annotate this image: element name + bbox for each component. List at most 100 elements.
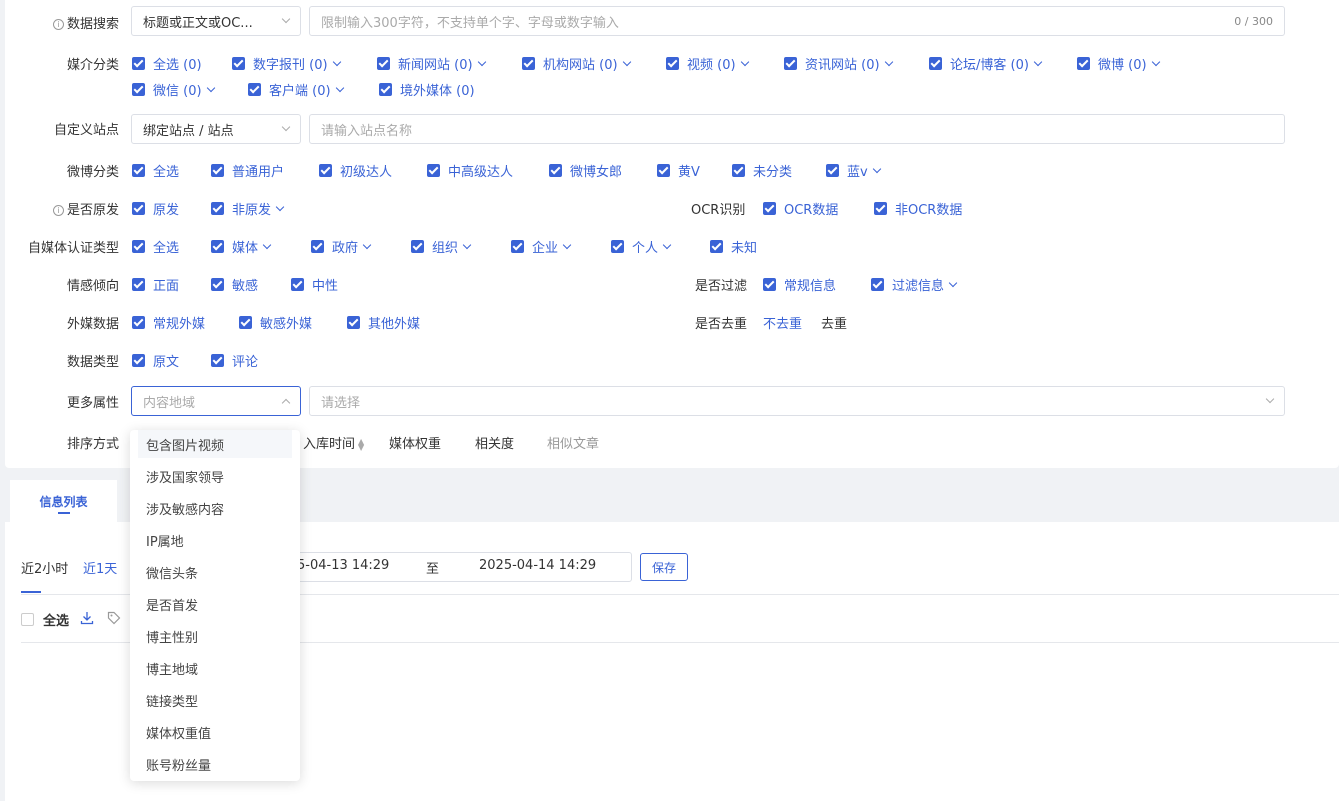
checkbox-icon [784, 57, 797, 70]
chevron-down-icon [562, 240, 572, 249]
chevron-down-icon [281, 14, 291, 24]
checkbox-icon [611, 240, 624, 253]
tab-info-list[interactable]: 信息列表 [10, 480, 117, 522]
sort-option-time[interactable]: 入库时间 ▲ ▼ [303, 433, 364, 452]
media-option-digital-paper[interactable]: 数字报刊 (0) [232, 54, 341, 73]
original-option-yes[interactable]: 原发 [132, 199, 179, 218]
search-input[interactable]: 限制输入300字符，不支持单个字、字母或数字输入 0 / 300 [309, 6, 1285, 36]
search-field-select[interactable]: 标题或正文或OC... [131, 6, 301, 36]
site-name-input[interactable]: 请输入站点名称 [309, 114, 1285, 144]
dedupe-option-dedupe[interactable]: 去重 [821, 313, 847, 332]
weibo-option-normal[interactable]: 普通用户 [211, 161, 284, 180]
foreign-option-other[interactable]: 其他外媒 [347, 313, 420, 332]
ocr-option-ocr[interactable]: OCR数据 [763, 199, 838, 218]
self-media-option-unknown[interactable]: 未知 [710, 237, 757, 256]
ocr-label: OCR识别 [691, 203, 746, 218]
self-media-option-media[interactable]: 媒体 [211, 237, 272, 256]
tag-icon[interactable] [107, 611, 121, 625]
media-option-wechat[interactable]: 微信 (0) [132, 80, 215, 99]
data-type-option-original[interactable]: 原文 [132, 351, 179, 370]
weibo-option-blue-v[interactable]: 蓝v [826, 161, 881, 180]
self-media-option-gov[interactable]: 政府 [311, 237, 372, 256]
filter-option-regular[interactable]: 常规信息 [763, 275, 836, 294]
time-quick-2h[interactable]: 近2小时 [21, 558, 68, 577]
dropdown-item[interactable]: 账号粉丝量 [130, 748, 300, 780]
chevron-down-icon [332, 57, 341, 66]
media-option-overseas[interactable]: 境外媒体 (0) [379, 80, 475, 99]
data-type-label: 数据类型 [66, 355, 119, 370]
checkbox-icon [248, 83, 261, 96]
media-option-all[interactable]: 全选 (0) [132, 54, 202, 73]
dedupe-option-none[interactable]: 不去重 [763, 313, 802, 332]
sort-option-weight[interactable]: 媒体权重 [389, 433, 441, 452]
dropdown-item[interactable]: 包含图片视频 [138, 430, 292, 458]
foreign-option-sensitive[interactable]: 敏感外媒 [239, 313, 312, 332]
weibo-option-yellow-v[interactable]: 黄V [657, 161, 700, 180]
time-quick-1d[interactable]: 近1天 [83, 558, 117, 577]
checkbox-icon [211, 354, 224, 367]
chevron-down-icon [362, 240, 372, 249]
sort-option-similar[interactable]: 相似文章 [547, 433, 599, 452]
weibo-option-all[interactable]: 全选 [132, 161, 179, 180]
media-option-info-site[interactable]: 资讯网站 (0) [784, 54, 893, 73]
more-attr-value-select[interactable]: 请选择 [309, 386, 1285, 416]
more-attr-placeholder: 内容地域 [143, 395, 196, 411]
sort-option-relevance[interactable]: 相关度 [475, 433, 514, 452]
media-option-client[interactable]: 客户端 (0) [248, 80, 344, 99]
self-media-option-org[interactable]: 组织 [411, 237, 472, 256]
more-attr-dropdown: 包含图片视频 涉及国家领导 涉及敏感内容 IP属地 微信头条 是否首发 博主性别… [130, 430, 300, 781]
dropdown-item[interactable]: 链接类型 [130, 684, 300, 716]
chevron-down-icon [275, 202, 285, 211]
checkbox-icon [871, 278, 884, 291]
filter-option-filtered[interactable]: 过滤信息 [871, 275, 958, 294]
data-type-option-comment[interactable]: 评论 [211, 351, 258, 370]
checkbox-icon [132, 83, 145, 96]
custom-site-select-value: 绑定站点 / 站点 [143, 123, 234, 139]
original-option-no[interactable]: 非原发 [211, 199, 285, 218]
dropdown-item[interactable]: 是否首发 [130, 588, 300, 620]
weibo-option-uncategorized[interactable]: 未分类 [732, 161, 792, 180]
select-all-checkbox[interactable] [21, 613, 34, 626]
checkbox-icon [132, 57, 145, 70]
sentiment-option-sensitive[interactable]: 敏感 [211, 275, 258, 294]
dropdown-item[interactable]: 涉及敏感内容 [130, 492, 300, 524]
date-start[interactable]: 5-04-13 14:29 [297, 558, 389, 573]
dropdown-item[interactable]: 涉及国家领导 [130, 460, 300, 492]
checkbox-icon [132, 278, 145, 291]
self-media-option-company[interactable]: 企业 [511, 237, 572, 256]
self-media-option-person[interactable]: 个人 [611, 237, 672, 256]
weibo-option-girl[interactable]: 微博女郎 [549, 161, 622, 180]
self-media-option-all[interactable]: 全选 [132, 237, 179, 256]
select-all-label: 全选 [43, 614, 70, 629]
ocr-option-non-ocr[interactable]: 非OCR数据 [874, 199, 962, 218]
chevron-down-icon [281, 122, 291, 132]
chevron-down-icon [948, 278, 958, 287]
dropdown-item[interactable]: 博主地域 [130, 652, 300, 684]
media-option-forum-blog[interactable]: 论坛/博客 (0) [929, 54, 1043, 73]
sentiment-option-neutral[interactable]: 中性 [291, 275, 338, 294]
active-time-indicator [21, 591, 41, 593]
media-option-video[interactable]: 视频 (0) [666, 54, 749, 73]
dropdown-item[interactable]: 微信头条 [130, 556, 300, 588]
more-attr-select[interactable]: 内容地域 [131, 386, 301, 416]
save-button[interactable]: 保存 [640, 553, 688, 581]
dropdown-item[interactable]: IP属地 [130, 524, 300, 556]
custom-site-select[interactable]: 绑定站点 / 站点 [131, 114, 301, 144]
sentiment-option-positive[interactable]: 正面 [132, 275, 179, 294]
media-option-org-site[interactable]: 机构网站 (0) [522, 54, 631, 73]
chevron-down-icon [262, 240, 272, 249]
media-option-weibo[interactable]: 微博 (0) [1077, 54, 1160, 73]
media-label: 媒介分类 [66, 58, 119, 73]
weibo-option-junior[interactable]: 初级达人 [319, 161, 392, 180]
dropdown-item[interactable]: 博主性别 [130, 620, 300, 652]
dropdown-item[interactable]: 媒体权重值 [130, 716, 300, 748]
weibo-option-senior[interactable]: 中高级达人 [427, 161, 513, 180]
date-end[interactable]: 2025-04-14 14:29 [479, 558, 596, 573]
foreign-label: 外媒数据 [66, 317, 119, 332]
download-icon[interactable] [80, 611, 94, 625]
chevron-down-icon [335, 83, 344, 92]
checkbox-icon [732, 164, 745, 177]
foreign-option-regular[interactable]: 常规外媒 [132, 313, 205, 332]
media-option-news-site[interactable]: 新闻网站 (0) [377, 54, 486, 73]
checkbox-icon [239, 316, 252, 329]
